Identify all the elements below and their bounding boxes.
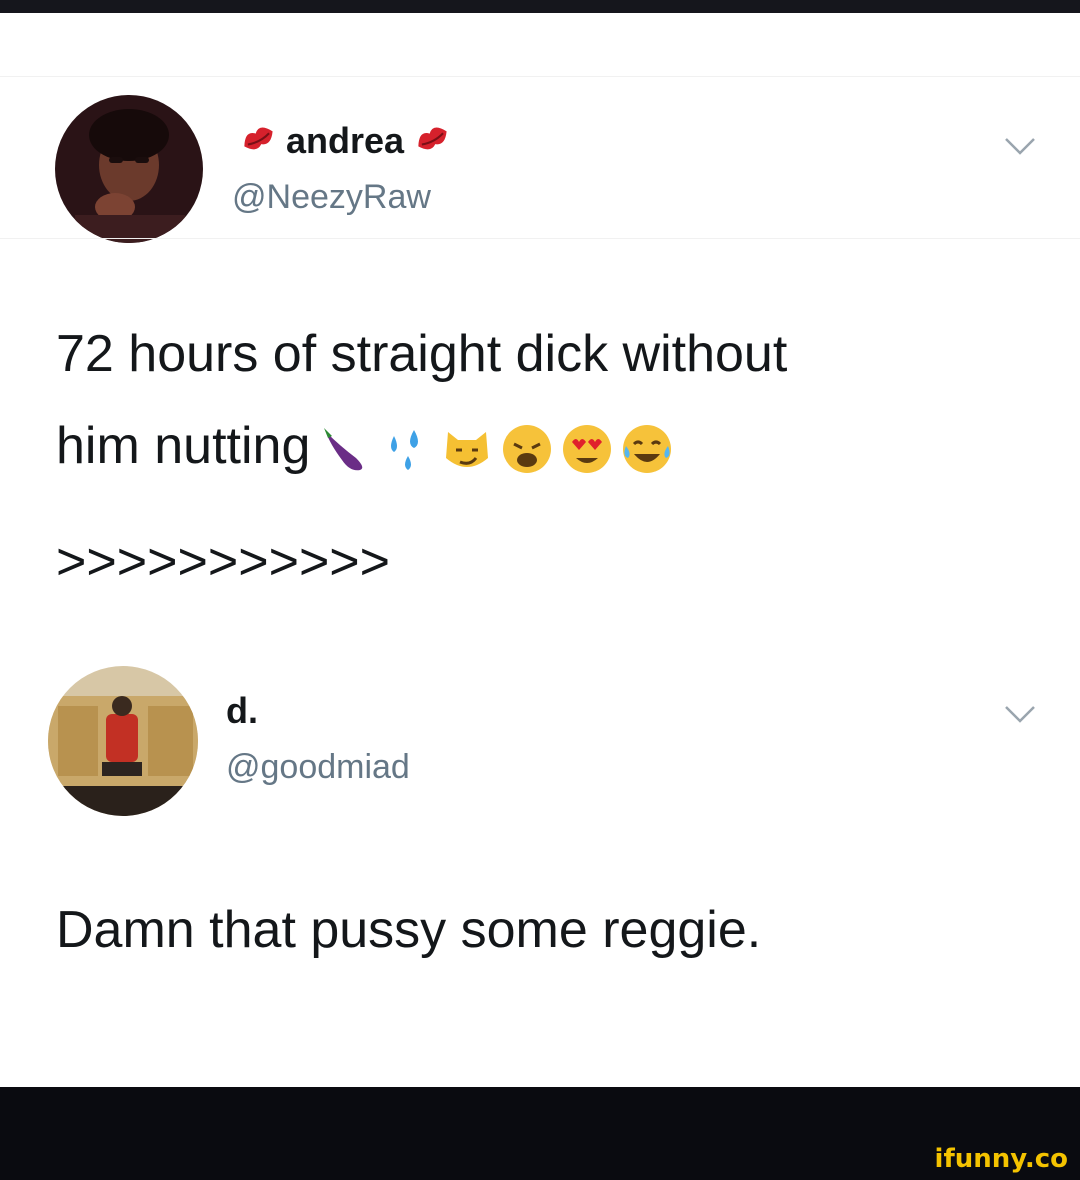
chevron-down-icon[interactable] — [1003, 135, 1037, 157]
tweet-text: Damn that pussy some reggie. — [56, 901, 762, 959]
display-name[interactable]: d. — [226, 690, 258, 732]
tweet-text-line: 72 hours of straight dick without — [56, 325, 788, 383]
avatar-photo — [55, 95, 203, 243]
sweat-droplets-emoji — [391, 430, 419, 471]
watermark: ifunny.co — [934, 1144, 1068, 1174]
kiss-mark-icon — [238, 120, 278, 162]
avatar[interactable] — [48, 666, 198, 816]
display-name-text: andrea — [286, 120, 405, 161]
tweet-text: him nutting — [56, 417, 311, 475]
bottom-bar: ifunny.co — [0, 1087, 1080, 1180]
kiss-mark-icon — [412, 120, 452, 162]
handle[interactable]: @goodmiad — [226, 748, 410, 787]
emoji-row — [320, 422, 674, 476]
eggplant-emoji — [324, 428, 363, 471]
tweet-text-line: him nutting — [56, 400, 674, 492]
divider — [0, 238, 1080, 239]
tweet-text-line: >>>>>>>>>>> — [56, 533, 391, 591]
display-name[interactable]: andrea — [238, 120, 452, 162]
divider — [0, 76, 1080, 77]
top-bar — [0, 0, 1080, 13]
avatar-photo — [48, 666, 198, 816]
chevron-down-icon[interactable] — [1003, 703, 1037, 725]
avatar[interactable] — [55, 95, 203, 243]
weary-face-emoji — [503, 425, 552, 474]
handle[interactable]: @NeezyRaw — [232, 178, 431, 217]
smirk-cat-emoji — [446, 432, 489, 468]
tears-of-joy-emoji — [623, 425, 672, 474]
heart-eyes-emoji — [563, 425, 612, 474]
